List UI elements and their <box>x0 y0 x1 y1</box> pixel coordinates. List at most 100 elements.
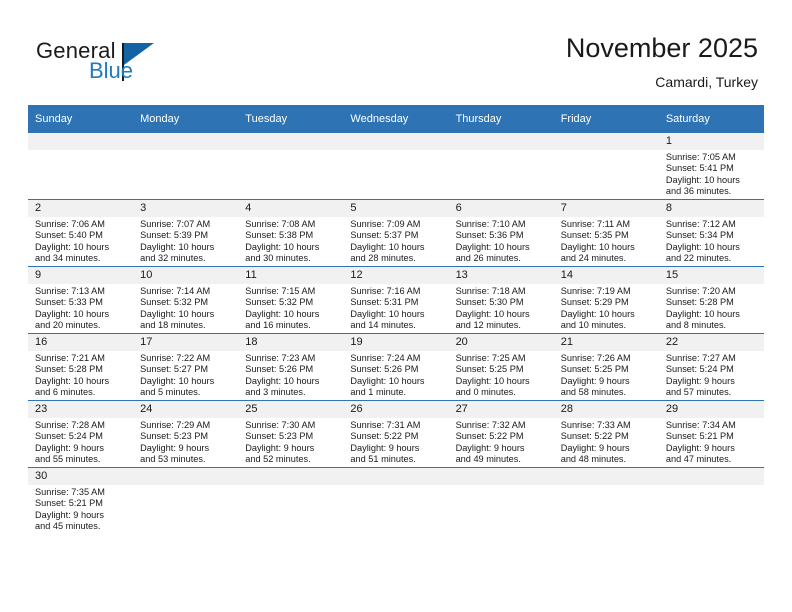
calendar-cell-inner: 15 Sunrise: 7:20 AM Sunset: 5:28 PM Dayligh… <box>658 267 764 333</box>
daylight-duration-line2: and 36 minutes. <box>665 186 732 197</box>
calendar-day-cell[interactable]: 16 Sunrise: 7:21 AM Sunset: 5:28 PM Dayligh… <box>28 333 134 401</box>
calendar-cell-inner: 1 Sunrise: 7:05 AM Sunset: 5:41 PM Daylight… <box>658 133 764 199</box>
calendar-cell-inner <box>448 133 554 199</box>
weekday-header-saturday: Saturday <box>658 105 764 133</box>
calendar-day-cell[interactable]: 23 Sunrise: 7:28 AM Sunset: 5:24 PM Dayligh… <box>28 400 134 468</box>
logo-text-blue: Blue <box>89 58 134 83</box>
daylight-duration-line1: Daylight: 10 hours <box>350 241 425 252</box>
calendar-day-cell[interactable]: 15 Sunrise: 7:20 AM Sunset: 5:28 PM Dayligh… <box>658 266 764 334</box>
calendar-day-cell[interactable]: 25 Sunrise: 7:30 AM Sunset: 5:23 PM Dayligh… <box>238 400 344 468</box>
calendar-day-cell[interactable]: 27 Sunrise: 7:32 AM Sunset: 5:22 PM Dayligh… <box>448 400 554 468</box>
calendar-cell-inner: 8 Sunrise: 7:12 AM Sunset: 5:34 PM Daylight… <box>658 200 764 266</box>
calendar-cell-inner: 4 Sunrise: 7:08 AM Sunset: 5:38 PM Daylight… <box>238 200 344 266</box>
day-details: Sunrise: 7:05 AM Sunset: 5:41 PM Daylight:… <box>659 150 764 198</box>
calendar-cell-inner <box>553 468 659 534</box>
day-number <box>28 133 134 150</box>
calendar-day-cell[interactable]: 30 Sunrise: 7:35 AM Sunset: 5:21 PM Dayligh… <box>28 467 134 534</box>
calendar-day-cell[interactable]: 9 Sunrise: 7:13 AM Sunset: 5:33 PM Daylight… <box>28 266 134 334</box>
daylight-duration-line1: Daylight: 10 hours <box>455 375 530 386</box>
daylight-duration-line1: Daylight: 9 hours <box>35 442 104 453</box>
daylight-duration-line1: Daylight: 9 hours <box>560 442 630 453</box>
calendar-day-cell[interactable]: 6 Sunrise: 7:10 AM Sunset: 5:36 PM Daylight… <box>448 199 554 267</box>
calendar-day-cell[interactable]: 28 Sunrise: 7:33 AM Sunset: 5:22 PM Dayligh… <box>553 400 659 468</box>
calendar-head: Sunday Monday Tuesday Wednesday Thursday… <box>28 105 764 133</box>
calendar-day-cell[interactable]: 22 Sunrise: 7:27 AM Sunset: 5:24 PM Dayligh… <box>658 333 764 401</box>
daylight-duration-line2: and 48 minutes. <box>560 454 627 465</box>
day-number: 4 <box>238 200 344 217</box>
sunrise-time: Sunrise: 7:28 AM <box>35 420 105 430</box>
calendar-day-cell[interactable]: 3 Sunrise: 7:07 AM Sunset: 5:39 PM Daylight… <box>133 199 239 267</box>
calendar-day-cell[interactable]: 14 Sunrise: 7:19 AM Sunset: 5:29 PM Dayligh… <box>553 266 659 334</box>
daylight-duration-line2: and 55 minutes. <box>35 454 101 465</box>
day-number <box>238 468 344 485</box>
daylight-duration-line2: and 1 minute. <box>350 387 407 398</box>
calendar-cell-inner: 2 Sunrise: 7:06 AM Sunset: 5:40 PM Daylight… <box>28 200 134 266</box>
day-details: Sunrise: 7:32 AM Sunset: 5:22 PM Daylight:… <box>449 418 554 466</box>
calendar-day-cell[interactable]: 17 Sunrise: 7:22 AM Sunset: 5:27 PM Dayligh… <box>133 333 239 401</box>
calendar-cell-inner <box>28 133 134 199</box>
sunrise-time: Sunrise: 7:29 AM <box>140 420 211 430</box>
daylight-duration-line1: Daylight: 9 hours <box>140 442 210 453</box>
calendar-day-cell[interactable]: 12 Sunrise: 7:16 AM Sunset: 5:31 PM Dayligh… <box>343 266 449 334</box>
calendar-cell-inner: 21 Sunrise: 7:26 AM Sunset: 5:25 PM Dayligh… <box>553 334 659 400</box>
calendar-day-cell[interactable]: 1 Sunrise: 7:05 AM Sunset: 5:41 PM Daylight… <box>658 133 764 200</box>
sunset-time: Sunset: 5:37 PM <box>350 230 419 241</box>
day-details: Sunrise: 7:12 AM Sunset: 5:34 PM Daylight:… <box>659 217 764 265</box>
sunrise-time: Sunrise: 7:34 AM <box>665 420 736 430</box>
calendar-cell-inner <box>133 133 239 199</box>
daylight-duration-line1: Daylight: 10 hours <box>140 375 215 386</box>
sunset-time: Sunset: 5:41 PM <box>665 163 734 174</box>
sunset-time: Sunset: 5:29 PM <box>560 297 629 308</box>
sunrise-time: Sunrise: 7:12 AM <box>665 219 736 229</box>
daylight-duration-line1: Daylight: 10 hours <box>350 375 425 386</box>
calendar-day-cell[interactable]: 20 Sunrise: 7:25 AM Sunset: 5:25 PM Dayligh… <box>448 333 554 401</box>
calendar-cell-inner: 24 Sunrise: 7:29 AM Sunset: 5:23 PM Dayligh… <box>133 401 239 467</box>
calendar-cell-empty <box>448 467 554 534</box>
calendar-cell-inner: 28 Sunrise: 7:33 AM Sunset: 5:22 PM Dayligh… <box>553 401 659 467</box>
calendar-day-cell[interactable]: 13 Sunrise: 7:18 AM Sunset: 5:30 PM Dayligh… <box>448 266 554 334</box>
daylight-duration-line2: and 34 minutes. <box>35 253 101 264</box>
sunset-time: Sunset: 5:36 PM <box>455 230 524 241</box>
calendar-week-row: 16 Sunrise: 7:21 AM Sunset: 5:28 PM Dayligh… <box>28 333 764 401</box>
calendar-day-cell[interactable]: 24 Sunrise: 7:29 AM Sunset: 5:23 PM Dayligh… <box>133 400 239 468</box>
sunset-time: Sunset: 5:22 PM <box>560 431 629 442</box>
sunset-time: Sunset: 5:24 PM <box>35 431 103 442</box>
calendar-day-cell[interactable]: 11 Sunrise: 7:15 AM Sunset: 5:32 PM Dayligh… <box>238 266 344 334</box>
calendar-cell-inner: 25 Sunrise: 7:30 AM Sunset: 5:23 PM Dayligh… <box>238 401 344 467</box>
calendar-cell-inner: 6 Sunrise: 7:10 AM Sunset: 5:36 PM Daylight… <box>448 200 554 266</box>
daylight-duration-line2: and 14 minutes. <box>350 320 416 331</box>
day-details: Sunrise: 7:18 AM Sunset: 5:30 PM Daylight:… <box>449 284 554 332</box>
calendar-cell-empty <box>448 133 554 200</box>
daylight-duration-line2: and 58 minutes. <box>560 387 627 398</box>
day-number: 17 <box>133 334 239 351</box>
day-details: Sunrise: 7:27 AM Sunset: 5:24 PM Daylight:… <box>659 351 764 399</box>
daylight-duration-line2: and 5 minutes. <box>140 387 201 398</box>
calendar-day-cell[interactable]: 7 Sunrise: 7:11 AM Sunset: 5:35 PM Daylight… <box>553 199 659 267</box>
calendar-day-cell[interactable]: 21 Sunrise: 7:26 AM Sunset: 5:25 PM Dayligh… <box>553 333 659 401</box>
sunset-time: Sunset: 5:40 PM <box>35 230 103 241</box>
daylight-duration-line2: and 18 minutes. <box>140 320 206 331</box>
calendar-day-cell[interactable]: 19 Sunrise: 7:24 AM Sunset: 5:26 PM Dayligh… <box>343 333 449 401</box>
calendar-day-cell[interactable]: 2 Sunrise: 7:06 AM Sunset: 5:40 PM Daylight… <box>28 199 134 267</box>
sunset-time: Sunset: 5:28 PM <box>35 364 103 375</box>
calendar-day-cell[interactable]: 10 Sunrise: 7:14 AM Sunset: 5:32 PM Dayligh… <box>133 266 239 334</box>
day-number: 11 <box>238 267 344 284</box>
daylight-duration-line2: and 3 minutes. <box>245 387 306 398</box>
calendar-cell-inner <box>553 133 659 199</box>
calendar-container: Sunday Monday Tuesday Wednesday Thursday… <box>28 105 764 534</box>
general-blue-logo[interactable]: General Blue <box>36 38 236 90</box>
daylight-duration-line1: Daylight: 9 hours <box>665 442 735 453</box>
calendar-day-cell[interactable]: 5 Sunrise: 7:09 AM Sunset: 5:37 PM Daylight… <box>343 199 449 267</box>
calendar-cell-inner <box>343 468 449 534</box>
day-details: Sunrise: 7:33 AM Sunset: 5:22 PM Daylight:… <box>554 418 659 466</box>
daylight-duration-line1: Daylight: 9 hours <box>455 442 525 453</box>
sunrise-time: Sunrise: 7:11 AM <box>560 219 630 229</box>
day-number: 26 <box>343 401 449 418</box>
calendar-day-cell[interactable]: 29 Sunrise: 7:34 AM Sunset: 5:21 PM Dayligh… <box>658 400 764 468</box>
calendar-day-cell[interactable]: 26 Sunrise: 7:31 AM Sunset: 5:22 PM Dayligh… <box>343 400 449 468</box>
calendar-day-cell[interactable]: 8 Sunrise: 7:12 AM Sunset: 5:34 PM Daylight… <box>658 199 764 267</box>
sunset-time: Sunset: 5:35 PM <box>560 230 629 241</box>
calendar-day-cell[interactable]: 4 Sunrise: 7:08 AM Sunset: 5:38 PM Daylight… <box>238 199 344 267</box>
calendar-cell-inner: 19 Sunrise: 7:24 AM Sunset: 5:26 PM Dayligh… <box>343 334 449 400</box>
calendar-day-cell[interactable]: 18 Sunrise: 7:23 AM Sunset: 5:26 PM Dayligh… <box>238 333 344 401</box>
